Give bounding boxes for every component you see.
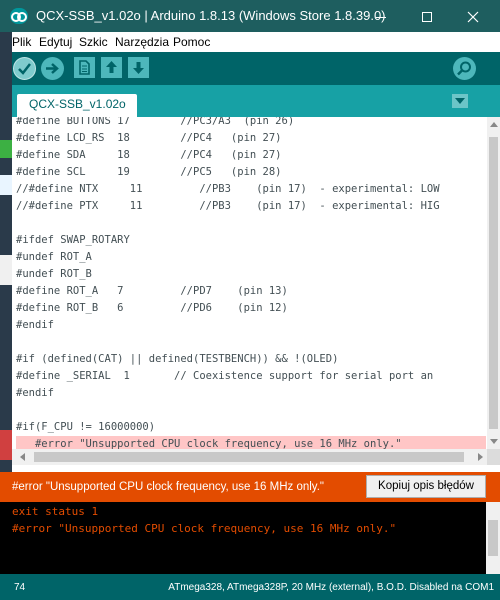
close-icon xyxy=(467,11,479,23)
new-file-icon xyxy=(79,60,90,75)
code-line: #define _SERIAL 1 // Coexistence support… xyxy=(16,370,434,382)
code-line: #if (defined(CAT) || defined(TESTBENCH))… xyxy=(16,353,339,365)
new-sketch-button[interactable] xyxy=(74,57,95,78)
code-line: //#define PTX 11 //PB3 (pin 17) - experi… xyxy=(16,200,440,212)
copy-error-messages-button[interactable]: Kopiuj opis błędów xyxy=(366,475,486,498)
tabs-bar: QCX-SSB_v1.02o xyxy=(12,85,500,117)
code-line: #define ROT_B 6 //PD6 (pin 12) xyxy=(16,302,288,314)
scroll-left-icon[interactable] xyxy=(20,453,25,461)
arduino-logo-icon xyxy=(10,8,28,24)
scroll-down-icon[interactable] xyxy=(490,439,498,444)
tab-menu-chevron-down-icon[interactable] xyxy=(452,94,468,108)
code-line: #ifdef SWAP_ROTARY xyxy=(16,234,130,246)
code-line: //#define NTX 11 //PB3 (pin 17) - experi… xyxy=(16,183,440,195)
editor-horizontal-scrollbar[interactable] xyxy=(12,449,500,465)
scrollbar-thumb[interactable] xyxy=(488,520,498,556)
menu-bar: Plik Edytuj Szkic Narzędzia Pomoc xyxy=(12,32,500,52)
code-line: #define ROT_A 7 //PD7 (pin 13) xyxy=(16,285,288,297)
maximize-button[interactable] xyxy=(404,0,450,32)
minimize-icon xyxy=(376,16,386,18)
verify-icon xyxy=(18,63,31,75)
code-editor[interactable]: #define BUTTONS 17 //PC3/A3 (pin 26) #def… xyxy=(12,117,500,449)
code-line: #if(F_CPU != 16000000) xyxy=(16,421,156,433)
code-lines: #define BUTTONS 17 //PC3/A3 (pin 26) #def… xyxy=(16,117,486,449)
line-number: 74 xyxy=(14,582,26,593)
code-line: #endif xyxy=(16,319,54,331)
code-line: #undef ROT_B xyxy=(16,268,92,280)
menu-edit[interactable]: Edytuj xyxy=(39,35,72,49)
menu-tools[interactable]: Narzędzia xyxy=(115,35,169,49)
error-message: #error "Unsupported CPU clock frequency,… xyxy=(12,481,324,493)
console-line: #error "Unsupported CPU clock frequency,… xyxy=(12,522,397,535)
toolbar xyxy=(12,52,500,85)
error-status-bar: #error "Unsupported CPU clock frequency,… xyxy=(0,472,500,502)
scrollbar-thumb[interactable] xyxy=(489,137,498,429)
menu-sketch[interactable]: Szkic xyxy=(79,35,108,49)
code-line: #define SCL 19 //PC5 (pin 28) xyxy=(16,166,282,178)
close-button[interactable] xyxy=(450,0,496,32)
title-bar: QCX-SSB_v1.02o | Arduino 1.8.13 (Windows… xyxy=(0,0,500,32)
maximize-icon xyxy=(422,12,432,23)
scroll-up-icon[interactable] xyxy=(490,122,498,127)
board-info: ATmega328, ATmega328P, 20 MHz (external)… xyxy=(168,582,494,593)
arrow-down-icon xyxy=(133,62,144,74)
magnifier-icon xyxy=(457,61,471,76)
code-line: #define SDA 18 //PC4 (pin 27) xyxy=(16,149,282,161)
code-line: #endif xyxy=(16,387,54,399)
console-output[interactable]: exit status 1 #error "Unsupported CPU cl… xyxy=(0,502,500,574)
window-title: QCX-SSB_v1.02o | Arduino 1.8.13 (Windows… xyxy=(36,8,386,23)
arrow-up-icon xyxy=(106,61,117,73)
code-line: #define BUTTONS 17 //PC3/A3 (pin 26) xyxy=(16,117,295,127)
minimize-button[interactable] xyxy=(358,0,404,32)
error-highlighted-code-line: #error "Unsupported CPU clock frequency,… xyxy=(16,436,486,449)
upload-button[interactable] xyxy=(41,57,64,80)
tab-sketch[interactable]: QCX-SSB_v1.02o xyxy=(17,94,137,117)
upload-icon xyxy=(46,63,59,74)
editor-vertical-scrollbar[interactable] xyxy=(487,117,500,449)
footer-status-bar: 74 ATmega328, ATmega328P, 20 MHz (extern… xyxy=(0,574,500,600)
console-line: exit status 1 xyxy=(12,505,99,518)
menu-help[interactable]: Pomoc xyxy=(173,35,210,49)
code-line: #define LCD_RS 18 //PC4 (pin 27) xyxy=(16,132,282,144)
open-sketch-button[interactable] xyxy=(101,57,122,78)
console-scrollbar[interactable] xyxy=(486,502,500,574)
code-line: #undef ROT_A xyxy=(16,251,92,263)
scroll-right-icon[interactable] xyxy=(478,453,483,461)
menu-file[interactable]: Plik xyxy=(12,35,31,49)
scrollbar-thumb[interactable] xyxy=(34,452,464,462)
verify-button[interactable] xyxy=(13,57,36,80)
save-sketch-button[interactable] xyxy=(128,57,149,78)
serial-monitor-button[interactable] xyxy=(453,57,476,80)
